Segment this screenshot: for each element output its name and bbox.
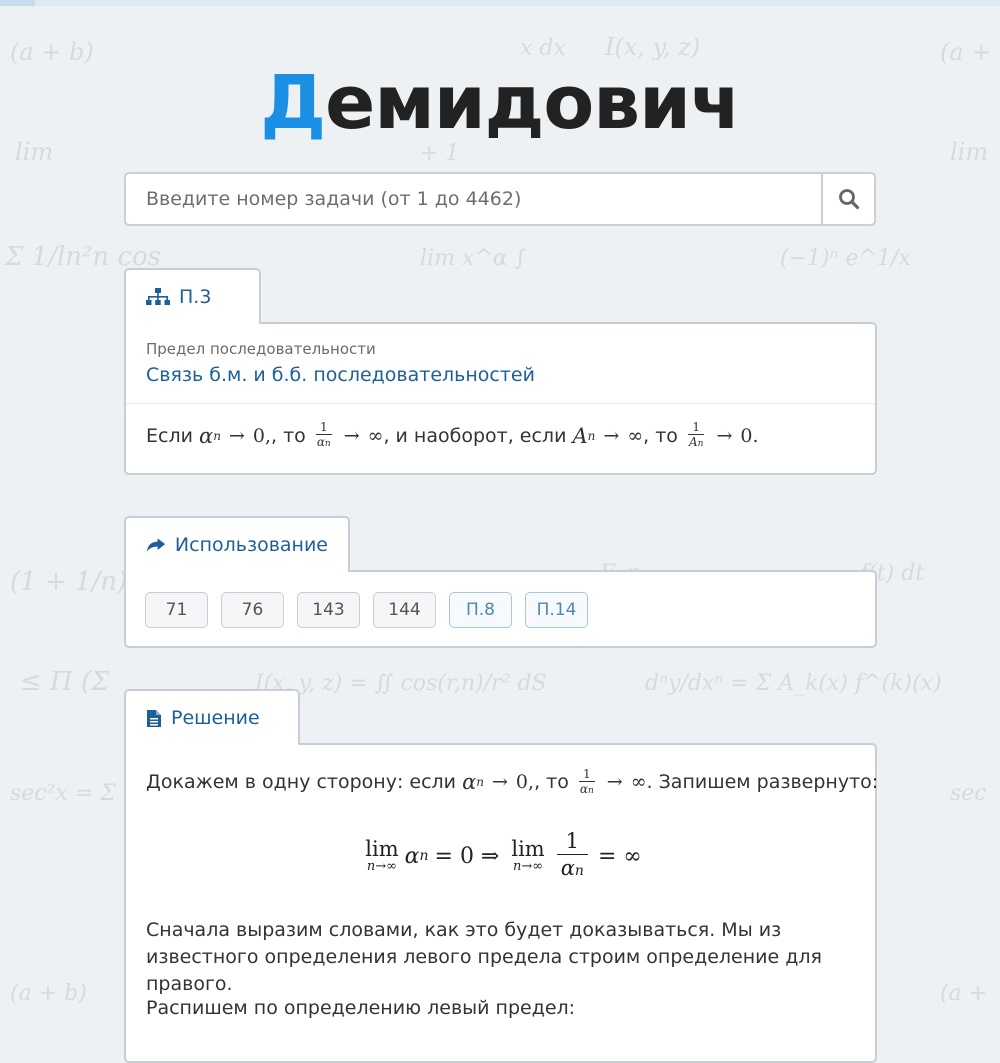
svg-text:x dx: x dx bbox=[520, 36, 566, 61]
solution-paragraph: Докажем в одну сторону: если αn → 0, , т… bbox=[146, 767, 879, 796]
display-formula: lim n→∞ αn = 0 ⇒ lim n→∞ 1 αn = ∞ bbox=[126, 821, 875, 891]
logo-first-letter: Д bbox=[260, 60, 326, 146]
svg-text:sec: sec bbox=[950, 781, 987, 806]
solution-panel: Докажем в одну сторону: если αn → 0, , т… bbox=[124, 743, 879, 1063]
usage-chip[interactable]: 144 bbox=[373, 592, 436, 628]
svg-text:(−1)ⁿ e^1/x: (−1)ⁿ e^1/x bbox=[780, 246, 911, 271]
usage-chip-section[interactable]: П.8 bbox=[449, 592, 512, 628]
tab-section[interactable]: П.3 bbox=[124, 268, 261, 324]
svg-text:(1 + 1/n): (1 + 1/n) bbox=[10, 567, 127, 597]
svg-text:(a + b): (a + b) bbox=[10, 981, 87, 1006]
fraction: 1 αn bbox=[578, 767, 595, 796]
usage-list: 71 76 143 144 П.8 П.14 bbox=[145, 592, 588, 628]
divider bbox=[126, 403, 875, 404]
search-bar bbox=[124, 172, 876, 226]
topic-title-link[interactable]: Связь б.м. и б.б. последовательностей bbox=[146, 364, 535, 386]
fraction: 1 An bbox=[687, 420, 705, 449]
search-icon bbox=[838, 189, 859, 210]
solution-paragraph: Распишем по определению левый предел: bbox=[146, 997, 576, 1019]
usage-chip-section[interactable]: П.14 bbox=[525, 592, 588, 628]
svg-text:I(x, y, z): I(x, y, z) bbox=[604, 33, 700, 61]
svg-text:dⁿy/dxⁿ = Σ A_k(x) f^(k)(x): dⁿy/dxⁿ = Σ A_k(x) f^(k)(x) bbox=[645, 671, 942, 696]
usage-panel: 71 76 143 144 П.8 П.14 bbox=[124, 570, 877, 648]
usage-chip[interactable]: 143 bbox=[297, 592, 360, 628]
logo-rest: емидович bbox=[325, 60, 741, 146]
usage-chip[interactable]: 71 bbox=[145, 592, 208, 628]
tab-section-label: П.3 bbox=[179, 286, 212, 308]
topic-label: Предел последовательности bbox=[146, 340, 376, 358]
fraction: 1 αn bbox=[315, 420, 332, 449]
file-text-icon bbox=[147, 709, 161, 727]
site-logo[interactable]: Демидович bbox=[0, 60, 1000, 146]
usage-chip[interactable]: 76 bbox=[221, 592, 284, 628]
svg-text:≤ Π (Σ: ≤ Π (Σ bbox=[20, 667, 110, 697]
tab-solution[interactable]: Решение bbox=[124, 689, 300, 745]
statement: Если αn → 0, , то 1 αn → ∞ , и наоборот,… bbox=[146, 420, 759, 449]
search-button[interactable] bbox=[821, 174, 874, 224]
sitemap-icon bbox=[146, 288, 170, 305]
tab-usage[interactable]: Использование bbox=[124, 516, 350, 572]
svg-text:(a +: (a + bbox=[940, 981, 987, 1006]
top-progress-bar bbox=[0, 0, 1000, 6]
share-icon bbox=[146, 538, 166, 552]
section-panel: Предел последовательности Связь б.м. и б… bbox=[124, 322, 877, 475]
solution-paragraph: Сначала выразим словами, как это будет д… bbox=[146, 919, 822, 995]
search-input[interactable] bbox=[126, 174, 822, 224]
tab-solution-label: Решение bbox=[171, 707, 260, 729]
svg-text:lim x^α ∫: lim x^α ∫ bbox=[420, 246, 527, 271]
svg-text:sec²x = Σ: sec²x = Σ bbox=[10, 781, 116, 806]
tab-usage-label: Использование bbox=[174, 534, 328, 556]
